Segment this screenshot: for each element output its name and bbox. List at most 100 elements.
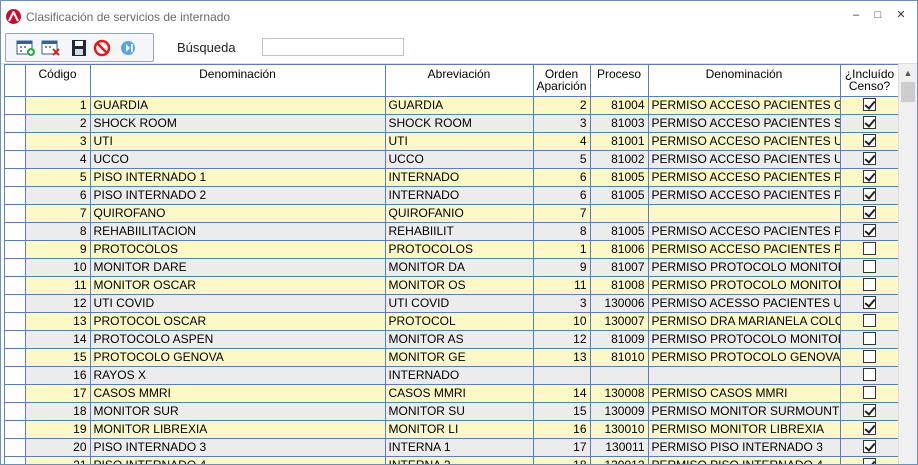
- cell-proceso[interactable]: 81005: [590, 222, 649, 241]
- row-indicator[interactable]: [5, 168, 26, 187]
- cell-abreviacion[interactable]: MONITOR DA: [385, 258, 534, 277]
- save-icon[interactable]: [69, 39, 89, 57]
- cell-orden[interactable]: 10: [533, 312, 591, 331]
- table-row[interactable]: 6 PISO INTERNADO 2 INTERNADO 6 81005 PERMISO …: [5, 186, 898, 205]
- row-indicator[interactable]: [5, 150, 26, 169]
- cell-codigo[interactable]: 9: [25, 240, 91, 259]
- cell-abreviacion[interactable]: INTERNADO: [385, 366, 534, 385]
- table-row[interactable]: 17 CASOS MMRI CASOS MMRI 14 130008 PERMISO CA…: [5, 384, 898, 403]
- cell-codigo[interactable]: 20: [25, 438, 91, 457]
- table-row[interactable]: 11 MONITOR OSCAR MONITOR OS 11 81008 PERMISO …: [5, 276, 898, 295]
- cell-denominacion[interactable]: CASOS MMRI: [90, 384, 386, 403]
- table-row[interactable]: 4 UCCO UCCO 5 81002 PERMISO ACCESO PACIENTES …: [5, 150, 898, 169]
- cell-denominacion[interactable]: MONITOR LIBREXIA: [90, 420, 386, 439]
- cell-proceso[interactable]: 81004: [590, 96, 649, 115]
- cell-codigo[interactable]: 5: [25, 168, 91, 187]
- cell-codigo[interactable]: 1: [25, 96, 91, 115]
- close-icon[interactable]: ✕: [893, 8, 909, 22]
- cell-denominacion[interactable]: PISO INTERNADO 2: [90, 186, 386, 205]
- cell-denominacion[interactable]: PISO INTERNADO 3: [90, 438, 386, 457]
- cell-proceso[interactable]: 81010: [590, 348, 649, 367]
- cell-abreviacion[interactable]: UCCO: [385, 150, 534, 169]
- cell-orden[interactable]: 9: [533, 258, 591, 277]
- search-input[interactable]: [262, 38, 404, 56]
- table-row[interactable]: 7 QUIROFANO QUIROFANIO 7: [5, 204, 898, 223]
- cell-denominacion-proceso[interactable]: PERMISO ACCESO PACIENTES UTI: [648, 132, 841, 151]
- cell-proceso[interactable]: 81009: [590, 330, 649, 349]
- row-indicator[interactable]: [5, 222, 26, 241]
- cell-denominacion[interactable]: PROTOCOL OSCAR: [90, 312, 386, 331]
- row-indicator[interactable]: [5, 276, 26, 295]
- censo-checkbox[interactable]: [863, 277, 876, 291]
- cell-denominacion-proceso[interactable]: PERMISO PROTOCOLO MONITOR OSCAR: [648, 276, 841, 295]
- row-indicator[interactable]: [5, 114, 26, 133]
- cell-abreviacion[interactable]: MONITOR AS: [385, 330, 534, 349]
- cell-denominacion[interactable]: PISO INTERNADO 1: [90, 168, 386, 187]
- cell-abreviacion[interactable]: PROTOCOL: [385, 312, 534, 331]
- table-row[interactable]: 16 RAYOS X INTERNADO: [5, 366, 898, 385]
- scroll-up-icon[interactable]: ▲: [899, 66, 917, 80]
- minimize-icon[interactable]: –: [848, 8, 864, 22]
- cell-abreviacion[interactable]: REHABIILIT: [385, 222, 534, 241]
- cell-denominacion[interactable]: RAYOS X: [90, 366, 386, 385]
- cell-abreviacion[interactable]: INTERNA 1: [385, 438, 534, 457]
- table-row[interactable]: 12 UTI COVID UTI COVID 3 130006 PERMISO ACESS…: [5, 294, 898, 313]
- vertical-scrollbar[interactable]: ▲: [898, 64, 917, 464]
- table-row[interactable]: 1 GUARDIA GUARDIA 2 81004 PERMISO ACCESO PACI…: [5, 96, 898, 115]
- cell-denominacion[interactable]: UCCO: [90, 150, 386, 169]
- cell-abreviacion[interactable]: INTERNADO: [385, 186, 534, 205]
- cell-orden[interactable]: 7: [533, 204, 591, 223]
- censo-checkbox[interactable]: [863, 349, 876, 363]
- delete-record-icon[interactable]: [41, 39, 61, 57]
- row-indicator[interactable]: [5, 312, 26, 331]
- cell-denominacion[interactable]: MONITOR DARE: [90, 258, 386, 277]
- cancel-icon[interactable]: [93, 39, 113, 57]
- column-header-orden-aparicion[interactable]: Orden Aparición: [533, 65, 591, 97]
- cell-denominacion[interactable]: PROTOCOLO ASPEN: [90, 330, 386, 349]
- cell-proceso[interactable]: 130008: [590, 384, 649, 403]
- cell-denominacion-proceso[interactable]: PERMISO ACCESO PACIENTES UCCO: [648, 150, 841, 169]
- cell-codigo[interactable]: 2: [25, 114, 91, 133]
- cell-proceso[interactable]: 81008: [590, 276, 649, 295]
- column-header-incluido-censo[interactable]: ¿Incluído Censo?: [840, 65, 898, 97]
- cell-denominacion[interactable]: UTI: [90, 132, 386, 151]
- table-row[interactable]: 15 PROTOCOLO GENOVA MONITOR GE 13 81010 PERMI…: [5, 348, 898, 367]
- table-row[interactable]: 18 MONITOR SUR MONITOR SU 15 130009 PERMISO M…: [5, 402, 898, 421]
- censo-checkbox[interactable]: [863, 331, 876, 345]
- exit-icon[interactable]: [119, 39, 139, 57]
- cell-denominacion-proceso[interactable]: [648, 204, 841, 223]
- cell-codigo[interactable]: 4: [25, 150, 91, 169]
- row-indicator[interactable]: [5, 294, 26, 313]
- cell-denominacion-proceso[interactable]: [648, 366, 841, 385]
- row-indicator[interactable]: [5, 330, 26, 349]
- cell-orden[interactable]: 3: [533, 294, 591, 313]
- scroll-thumb[interactable]: [901, 82, 915, 102]
- cell-proceso[interactable]: 130012: [590, 456, 649, 464]
- cell-codigo[interactable]: 8: [25, 222, 91, 241]
- table-row[interactable]: 13 PROTOCOL OSCAR PROTOCOL 10 130007 PERMISO …: [5, 312, 898, 331]
- cell-denominacion[interactable]: PROTOCOLOS: [90, 240, 386, 259]
- cell-denominacion-proceso[interactable]: PERMISO ACCESO PACIENTES GUARDIA: [648, 96, 841, 115]
- cell-denominacion-proceso[interactable]: PERMISO PROTOCOLO MONITOR DARE: [648, 258, 841, 277]
- cell-orden[interactable]: 5: [533, 150, 591, 169]
- cell-denominacion-proceso[interactable]: PERMISO PROTOCOLO MONITOR ASPEN: [648, 330, 841, 349]
- table-row[interactable]: 8 REHABIILITACION REHABIILIT 8 81005 PERMISO …: [5, 222, 898, 241]
- row-indicator[interactable]: [5, 438, 26, 457]
- maximize-icon[interactable]: □: [870, 8, 886, 22]
- cell-orden[interactable]: 11: [533, 276, 591, 295]
- cell-denominacion-proceso[interactable]: PERMISO DRA MARIANELA COLOMBO: [648, 312, 841, 331]
- row-indicator[interactable]: [5, 366, 26, 385]
- table-row[interactable]: 9 PROTOCOLOS PROTOCOLOS 1 81006 PERMISO ACCES…: [5, 240, 898, 259]
- cell-denominacion-proceso[interactable]: PERMISO ACESSO PACIENTES UTI COVID: [648, 294, 841, 313]
- cell-proceso[interactable]: 81005: [590, 168, 649, 187]
- row-indicator[interactable]: [5, 456, 26, 464]
- cell-codigo[interactable]: 16: [25, 366, 91, 385]
- row-indicator[interactable]: [5, 420, 26, 439]
- cell-orden[interactable]: 14: [533, 384, 591, 403]
- cell-proceso[interactable]: 81003: [590, 114, 649, 133]
- cell-proceso[interactable]: 81002: [590, 150, 649, 169]
- censo-checkbox[interactable]: [863, 457, 876, 464]
- cell-proceso[interactable]: [590, 366, 649, 385]
- cell-orden[interactable]: 13: [533, 348, 591, 367]
- new-record-icon[interactable]: [16, 39, 36, 57]
